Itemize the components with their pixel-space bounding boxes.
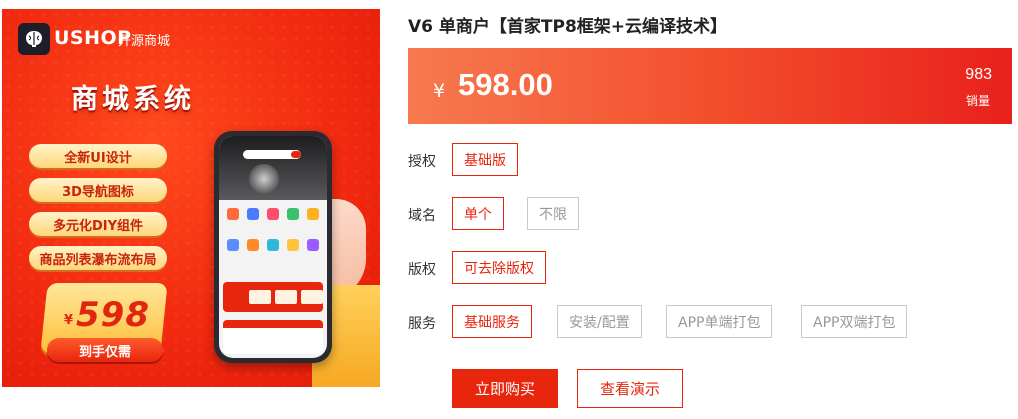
price-badge-value: 598 [76, 295, 150, 335]
category-icon [267, 239, 279, 251]
copyright-label: 版权 [408, 262, 436, 278]
copyright-option-removable[interactable]: 可去除版权 [452, 251, 546, 284]
service-option-install[interactable]: 安装/配置 [557, 305, 642, 338]
buy-now-button[interactable]: 立即购买 [452, 369, 558, 408]
phone-icon-grid [225, 208, 321, 266]
price-currency: ¥ [433, 80, 446, 102]
category-icon [307, 208, 319, 220]
category-icon [307, 239, 319, 251]
category-icon [267, 208, 279, 220]
category-icon [227, 239, 239, 251]
phone-screen [219, 136, 327, 358]
feature-pill: 3D导航图标 [29, 178, 167, 202]
category-icon [247, 239, 259, 251]
price-badge-caption: 到手仅需 [47, 338, 163, 362]
category-icon [227, 208, 239, 220]
category-icon [287, 208, 299, 220]
price-value: 598.00 [458, 67, 553, 102]
category-icon [287, 239, 299, 251]
service-label: 服务 [408, 316, 436, 332]
domain-label: 域名 [408, 208, 436, 224]
sales-count: 983 [965, 66, 992, 83]
phone-product-list [223, 320, 323, 354]
product-banner-image[interactable]: USHOP 开源商城 商城系统 全新UI设计 3D导航图标 多元化DIY组件 商… [2, 9, 380, 387]
license-label: 授权 [408, 154, 436, 170]
banner-title: 商城系统 [71, 84, 195, 115]
service-option-basic[interactable]: 基础服务 [452, 305, 532, 338]
domain-option-single[interactable]: 单个 [452, 197, 504, 230]
phone-coupon [249, 290, 271, 304]
license-option-basic[interactable]: 基础版 [452, 143, 518, 176]
brain-logo-icon [18, 23, 50, 55]
phone-coupon [301, 290, 323, 304]
service-option-app-single[interactable]: APP单端打包 [666, 305, 773, 338]
sales-label: 销量 [965, 94, 990, 108]
product-title: V6 单商户【首家TP8框架+云编译技术】 [408, 17, 728, 37]
service-option-app-dual[interactable]: APP双端打包 [801, 305, 908, 338]
domain-option-unlimited[interactable]: 不限 [527, 197, 579, 230]
price-badge-currency: ¥ [64, 313, 74, 328]
feature-pill: 全新UI设计 [29, 144, 167, 168]
category-icon [247, 208, 259, 220]
view-demo-button[interactable]: 查看演示 [577, 369, 683, 408]
feature-pill: 商品列表瀑布流布局 [29, 246, 167, 270]
logo-subtitle: 开源商城 [118, 34, 171, 49]
phone-mockup [214, 131, 332, 363]
feature-pill: 多元化DIY组件 [29, 212, 167, 236]
watch-image [249, 164, 279, 194]
phone-search-button [291, 151, 301, 158]
phone-coupon [275, 290, 297, 304]
